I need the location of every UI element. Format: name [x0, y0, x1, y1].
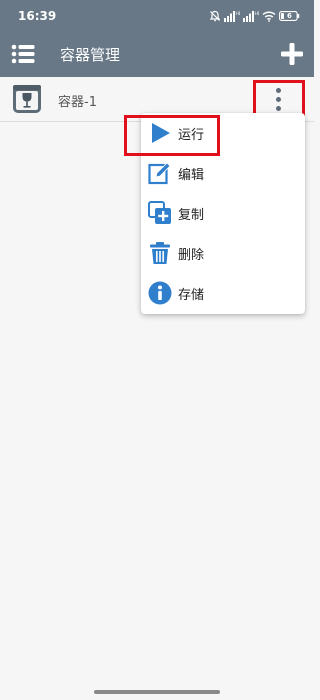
app-bar: 容器管理 — [0, 31, 314, 77]
more-vert-icon — [276, 88, 282, 112]
status-bar: 16:39 HD HD — [0, 0, 314, 31]
battery-icon: 6 — [279, 11, 300, 21]
menu-item-label: 编辑 — [178, 168, 205, 183]
menu-item-label: 复制 — [178, 208, 205, 223]
status-time: 16:39 — [18, 9, 57, 23]
menu-item-delete[interactable]: 删除 — [141, 233, 305, 273]
info-icon — [148, 281, 172, 305]
mute-icon — [209, 10, 221, 22]
menu-item-label: 存储 — [178, 288, 205, 303]
run-highlight-box — [124, 115, 220, 156]
add-button[interactable] — [280, 42, 304, 66]
edit-icon — [148, 161, 172, 185]
page-title: 容器管理 — [60, 46, 121, 64]
trash-icon — [148, 241, 172, 265]
copy-icon — [148, 201, 172, 225]
menu-item-copy[interactable]: 复制 — [141, 193, 305, 233]
svg-text:HD: HD — [255, 11, 260, 17]
wifi-icon — [262, 11, 276, 22]
gesture-nav-handle[interactable] — [94, 690, 220, 694]
wine-glass-box-icon — [12, 84, 42, 114]
list-menu-icon[interactable] — [11, 42, 37, 66]
menu-item-label: 删除 — [178, 248, 205, 263]
screen: 16:39 HD HD — [0, 0, 314, 700]
menu-item-edit[interactable]: 编辑 — [141, 153, 305, 193]
plus-icon — [281, 43, 303, 65]
signal-hd-icon: HD — [224, 11, 241, 22]
container-name: 容器-1 — [58, 95, 97, 110]
svg-text:HD: HD — [236, 11, 241, 17]
signal-hd-icon: HD — [243, 11, 260, 22]
status-icons: HD HD — [209, 8, 300, 24]
menu-item-storage[interactable]: 存储 — [141, 273, 305, 313]
battery-level: 6 — [287, 12, 292, 20]
